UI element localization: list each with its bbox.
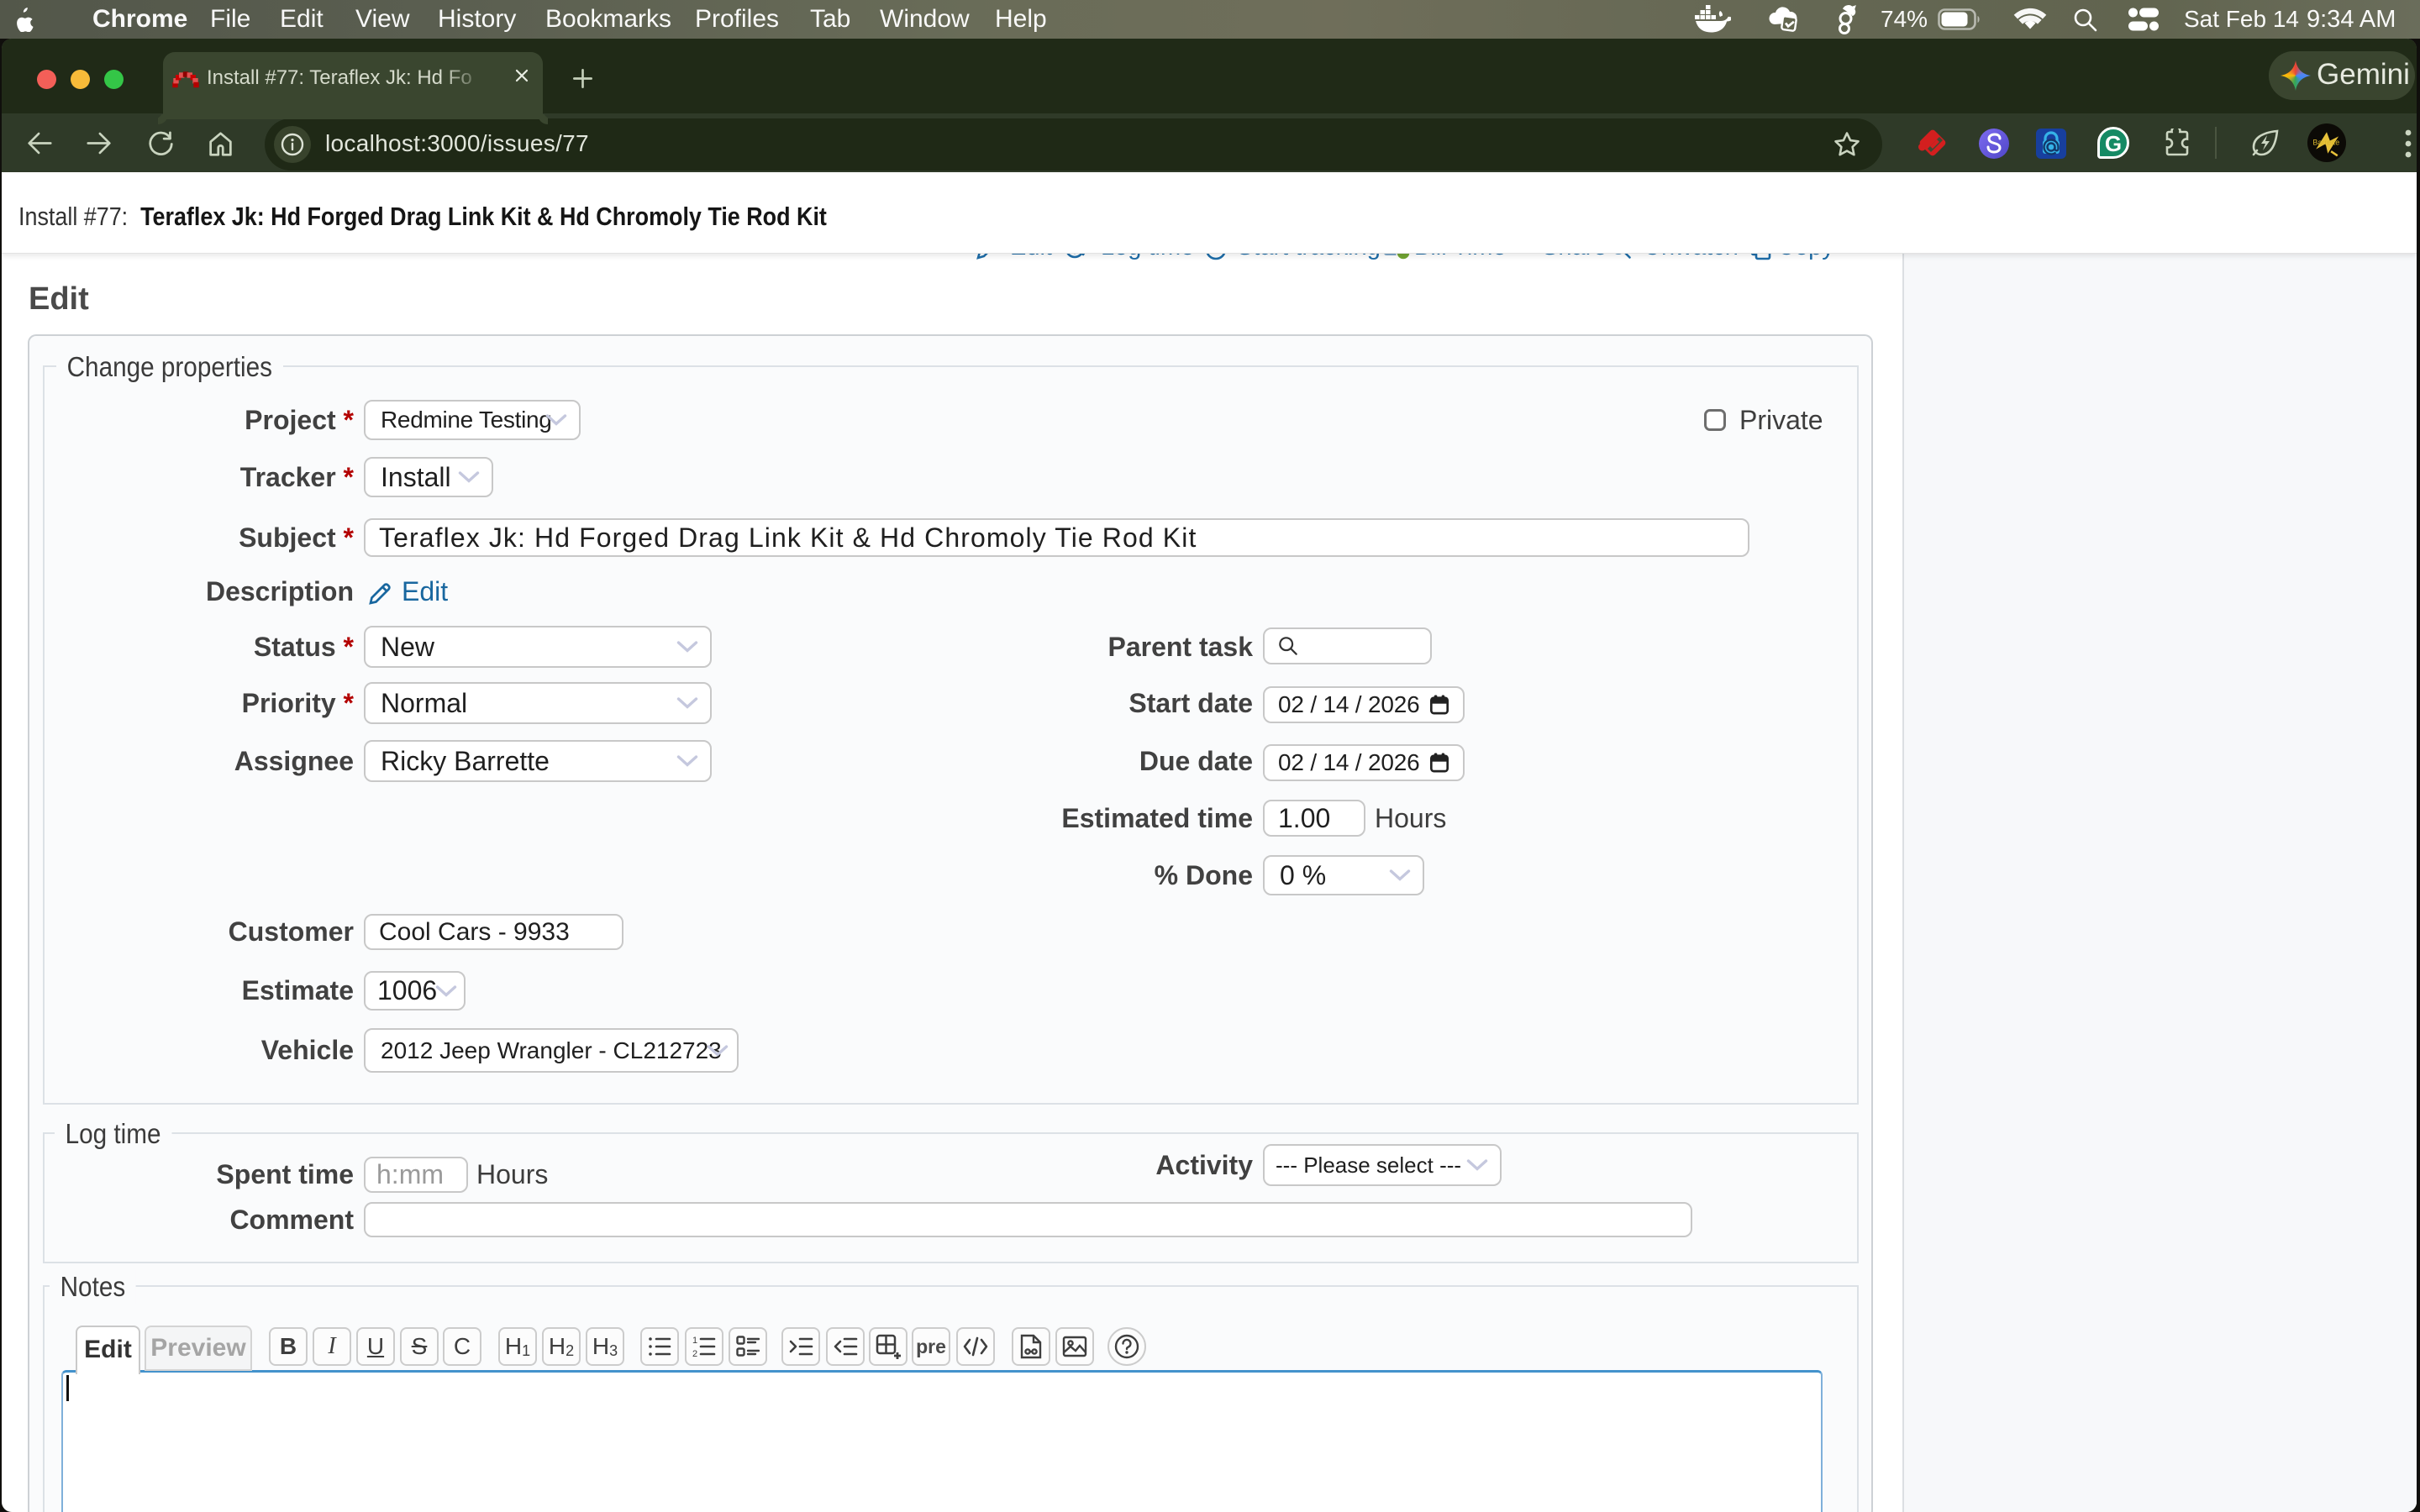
svg-text:1: 1 bbox=[692, 1336, 697, 1346]
svg-text:2: 2 bbox=[692, 1349, 697, 1357]
svg-text:Barrette: Barrette bbox=[2312, 139, 2339, 147]
